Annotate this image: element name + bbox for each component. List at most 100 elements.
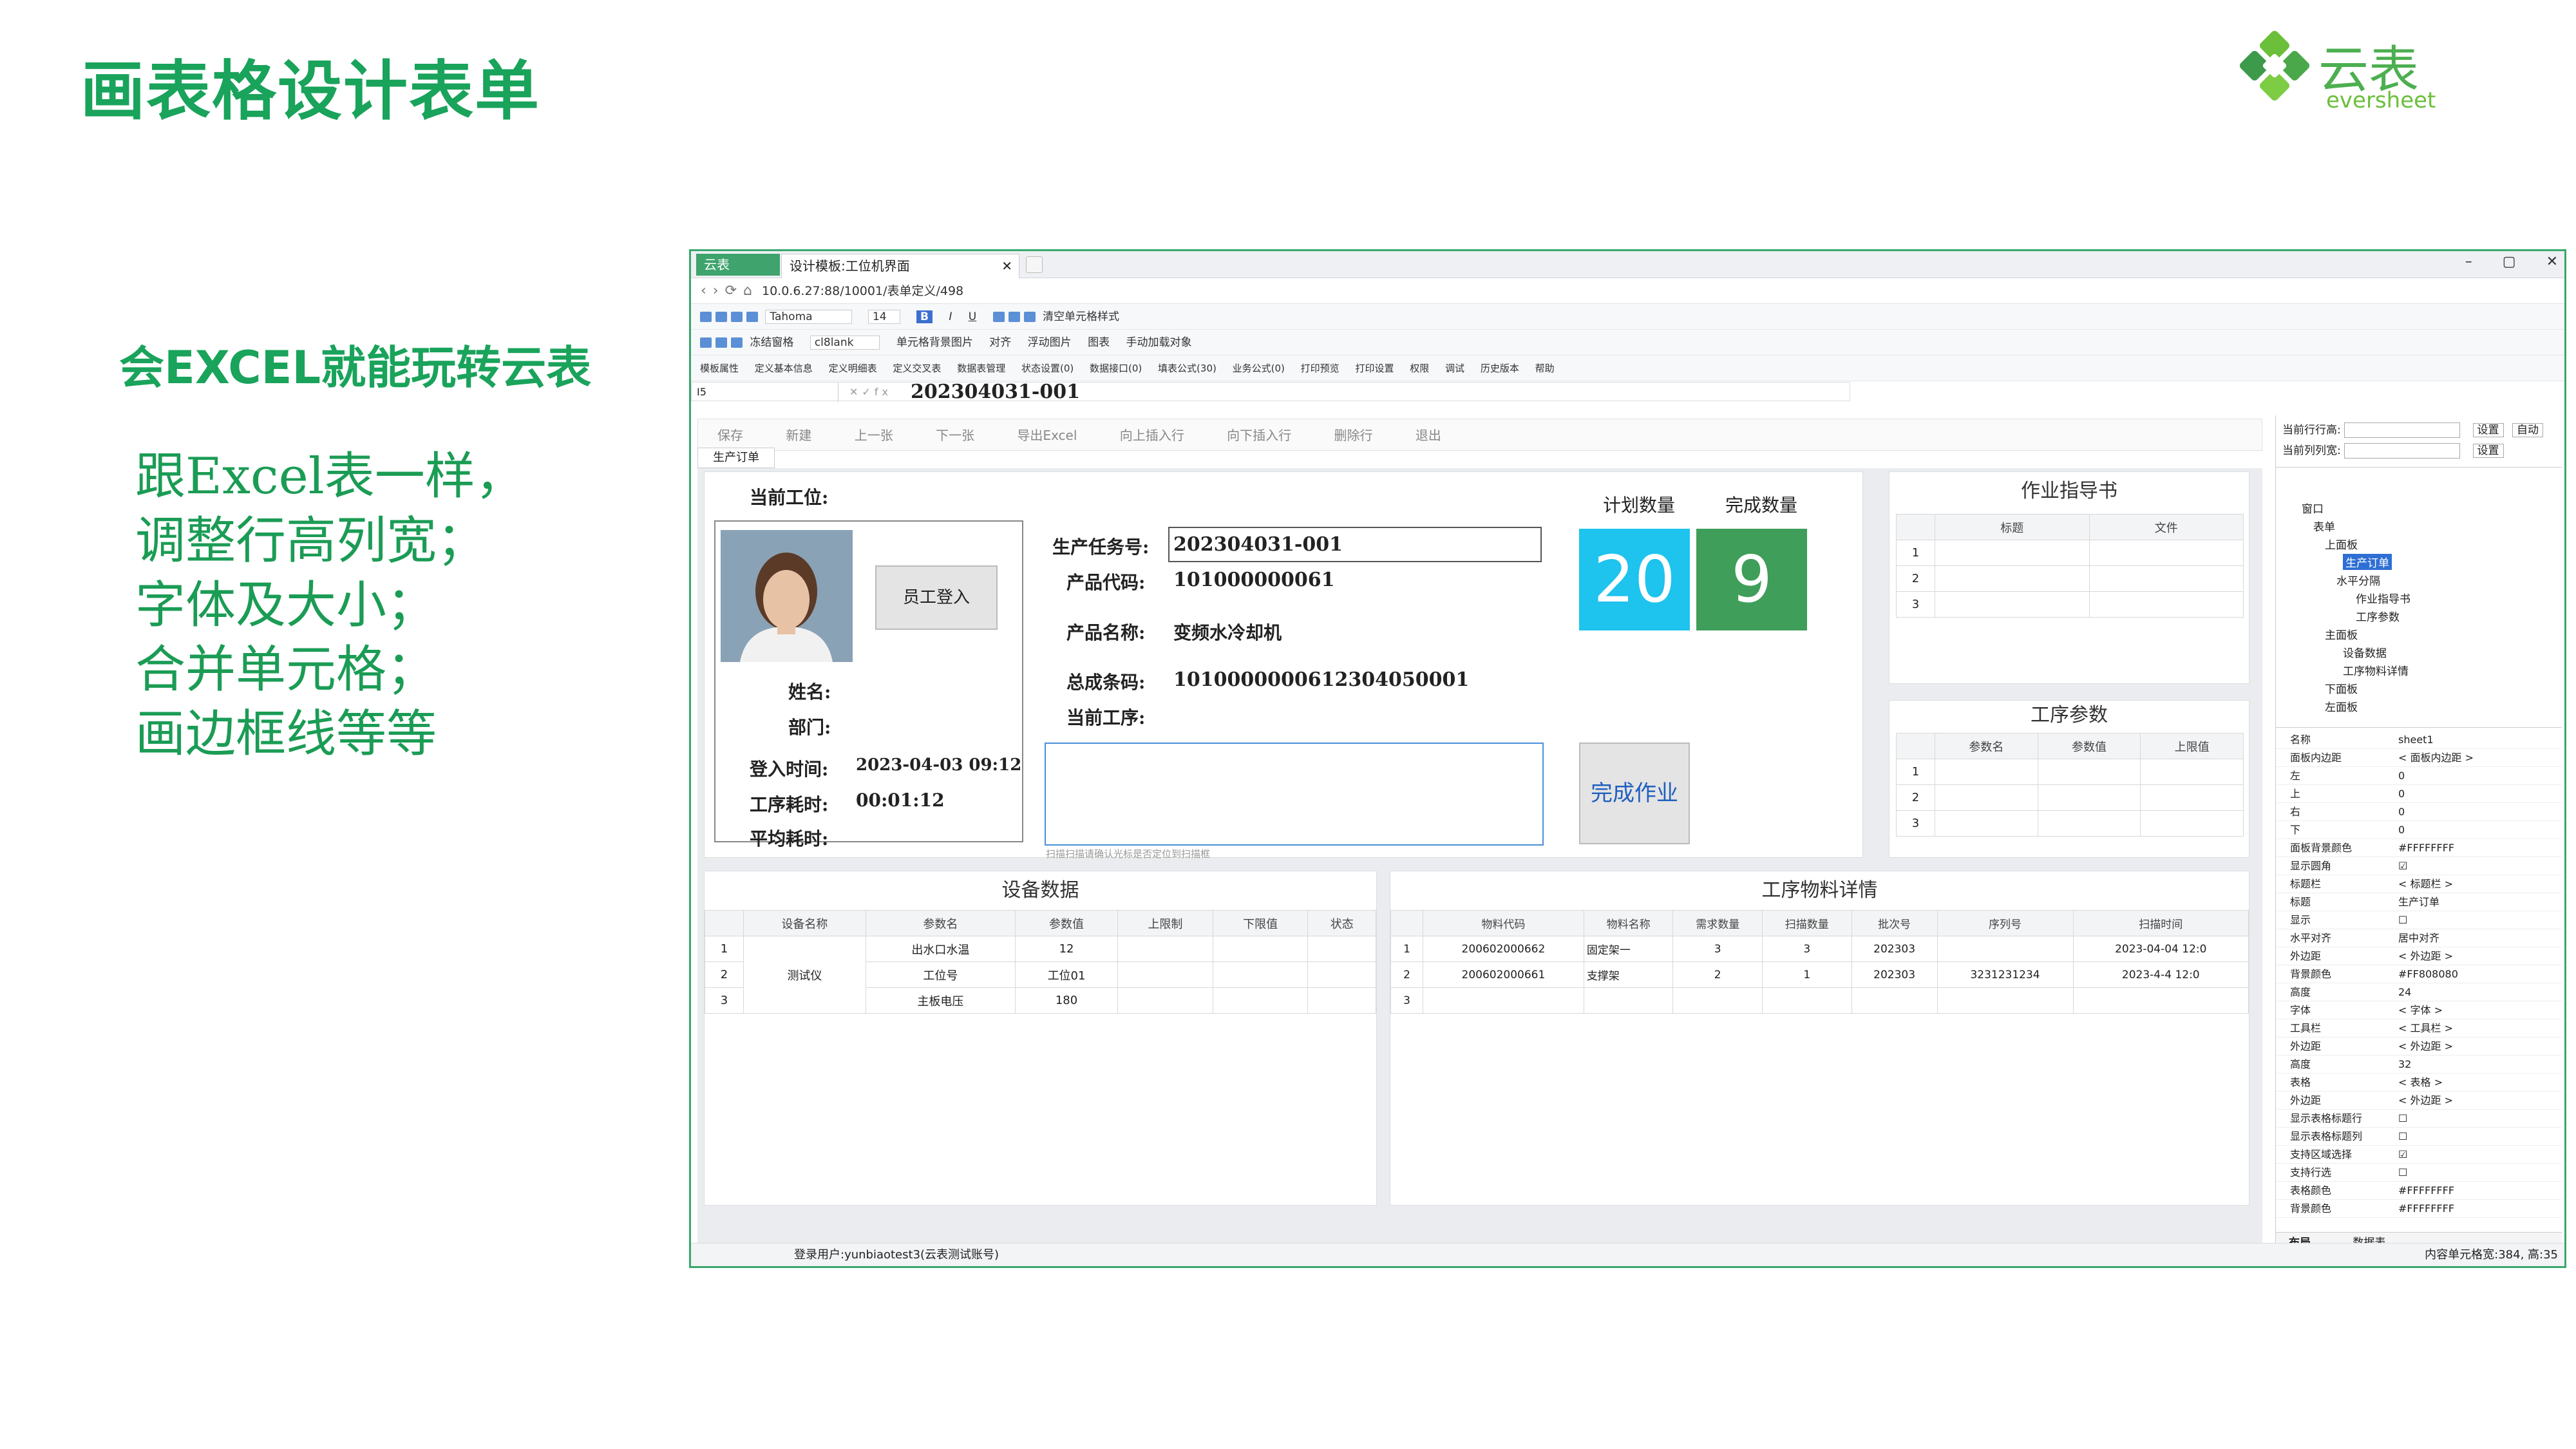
underline-button[interactable]: U xyxy=(969,310,976,323)
set-col-button[interactable]: 设置 xyxy=(2472,444,2504,458)
tree-node[interactable]: 作业指导书 xyxy=(2356,590,2410,606)
property-row[interactable]: 上0 xyxy=(2276,785,2562,803)
table-cell[interactable] xyxy=(1212,961,1309,988)
sheet-tab[interactable]: 生产订单 xyxy=(697,448,775,468)
table-cell[interactable]: 支撑架 xyxy=(1583,961,1674,988)
manual-load-button[interactable]: 手动加载对象 xyxy=(1126,336,1192,349)
copy-icon[interactable] xyxy=(746,312,758,322)
cut-icon[interactable] xyxy=(731,312,743,322)
table-cell[interactable] xyxy=(1307,936,1376,962)
exit-button[interactable]: 退出 xyxy=(1416,428,1441,443)
table-cell[interactable]: 1 xyxy=(1762,961,1852,988)
property-row[interactable]: 外边距 < 外边距 > xyxy=(2276,1092,2562,1110)
table-row[interactable]: 1 测试仪 出水口水温 12 xyxy=(705,936,1376,1014)
table-cell[interactable] xyxy=(1423,987,1584,1014)
property-value[interactable]: #FFFFFFFF xyxy=(2398,1182,2454,1200)
delete-row-button[interactable]: 删除行 xyxy=(1334,428,1373,443)
table-cell[interactable] xyxy=(1851,987,1938,1014)
table-manage-button[interactable]: 数据表管理 xyxy=(957,363,1005,374)
col-width-input[interactable] xyxy=(2344,443,2461,459)
property-value[interactable]: ☐ xyxy=(2398,911,2407,929)
property-value[interactable]: 24 xyxy=(2398,983,2411,1001)
property-value[interactable]: < 表格 > xyxy=(2398,1074,2443,1092)
formula-input[interactable]: 202304031-001 xyxy=(911,383,1080,402)
property-value[interactable]: 0 xyxy=(2398,767,2405,785)
sum-icon[interactable] xyxy=(731,337,743,348)
table-cell[interactable] xyxy=(1117,961,1213,988)
table-cell[interactable] xyxy=(2037,784,2141,811)
tree-node[interactable]: 设备数据 xyxy=(2343,644,2387,660)
undo-icon[interactable] xyxy=(715,312,727,322)
bold-button[interactable]: B xyxy=(916,310,933,323)
param-cell[interactable]: 主板电压 xyxy=(865,987,1016,1014)
table-row[interactable]: 1 200602000662 固定架一 3 3 202303 2023-04-0… xyxy=(1390,936,2249,962)
row-height-input[interactable] xyxy=(2344,422,2461,438)
property-row[interactable]: 标题 生产订单 xyxy=(2276,893,2562,911)
tree-node[interactable]: 表单 xyxy=(2313,518,2335,534)
property-row[interactable]: 左0 xyxy=(2276,767,2562,785)
tree-node[interactable]: 下面板 xyxy=(2325,680,2358,696)
property-value[interactable]: 32 xyxy=(2398,1056,2411,1074)
insert-row-below-button[interactable]: 向下插入行 xyxy=(1227,428,1291,443)
blank-select[interactable]: cl8lank xyxy=(810,336,880,350)
help-button[interactable]: 帮助 xyxy=(1535,363,1555,374)
permission-button[interactable]: 权限 xyxy=(1410,363,1429,374)
value-cell[interactable]: 工位01 xyxy=(1014,961,1119,988)
property-value[interactable]: #FFFFFFFF xyxy=(2398,839,2454,857)
insert-row-above-button[interactable]: 向上插入行 xyxy=(1120,428,1184,443)
table-cell[interactable] xyxy=(1117,987,1213,1014)
table-cell[interactable] xyxy=(1212,936,1309,962)
template-props-button[interactable]: 模板属性 xyxy=(700,363,739,374)
tree-node[interactable]: 左面板 xyxy=(2325,698,2358,714)
property-row[interactable]: 下0 xyxy=(2276,821,2562,839)
table-cell[interactable] xyxy=(1117,936,1213,962)
employee-login-button[interactable]: 员工登入 xyxy=(875,565,998,630)
save-button[interactable]: 保存 xyxy=(717,428,743,443)
address-bar[interactable]: ‹›⟳⌂ 10.0.6.27:88/10001/表单定义/498 xyxy=(691,278,2564,304)
table-cell[interactable]: 3 xyxy=(1762,936,1852,962)
property-row[interactable]: 背景颜色 #FF808080 xyxy=(2276,965,2562,983)
property-row[interactable]: 字体 < 字体 > xyxy=(2276,1001,2562,1019)
table-cell[interactable]: 202303 xyxy=(1851,961,1938,988)
next-button[interactable]: 下一张 xyxy=(936,428,974,443)
property-value[interactable]: #FFFFFFFF xyxy=(2398,1200,2454,1218)
property-value[interactable]: < 外边距 > xyxy=(2398,1037,2453,1056)
tree-node[interactable]: 工序物料详情 xyxy=(2343,662,2409,678)
property-value[interactable]: ☑ xyxy=(2398,857,2407,875)
print-preview-button[interactable]: 打印预览 xyxy=(1301,363,1340,374)
property-value[interactable]: < 面板内边距 > xyxy=(2398,749,2474,767)
tree-node[interactable]: 水平分隔 xyxy=(2336,572,2380,588)
new-tab-button[interactable] xyxy=(1026,256,1043,273)
debug-button[interactable]: 调试 xyxy=(1445,363,1464,374)
finish-job-button[interactable]: 完成作业 xyxy=(1579,743,1690,844)
table-cell[interactable] xyxy=(1307,987,1376,1014)
app-tab[interactable]: 云表 xyxy=(696,254,780,276)
new-button[interactable]: 新建 xyxy=(786,428,811,443)
save-icon[interactable] xyxy=(700,312,712,322)
property-value[interactable]: ☐ xyxy=(2398,1128,2407,1146)
close-window-icon[interactable]: ✕ xyxy=(2546,254,2558,270)
insert-icon[interactable] xyxy=(715,337,727,348)
chart-button[interactable]: 图表 xyxy=(1088,336,1110,349)
scan-input[interactable] xyxy=(1045,743,1544,846)
tree-node[interactable]: 工序参数 xyxy=(2356,608,2400,624)
property-row[interactable]: 工具栏 < 工具栏 > xyxy=(2276,1019,2562,1037)
align-icon[interactable] xyxy=(992,312,1005,322)
property-row[interactable]: 表格 < 表格 > xyxy=(2276,1074,2562,1092)
table-cell[interactable] xyxy=(2072,987,2249,1014)
property-row[interactable]: 显示表格标题列 ☐ xyxy=(2276,1128,2562,1146)
font-size-select[interactable]: 14 xyxy=(867,310,900,324)
property-row[interactable]: 显示 ☐ xyxy=(2276,911,2562,929)
set-row-button[interactable]: 设置 xyxy=(2472,423,2504,437)
property-row[interactable]: 背景颜色 #FFFFFFFF xyxy=(2276,1200,2562,1218)
merge-icon[interactable] xyxy=(1023,312,1036,322)
property-row[interactable]: 外边距 < 外边距 > xyxy=(2276,947,2562,965)
property-value[interactable]: < 外边距 > xyxy=(2398,947,2453,965)
table-cell[interactable]: 200602000661 xyxy=(1423,961,1584,988)
table-cell[interactable]: 202303 xyxy=(1851,936,1938,962)
value-cell[interactable]: 180 xyxy=(1014,987,1119,1014)
table-cell[interactable]: 2023-4-4 12:0 xyxy=(2072,961,2249,988)
basic-info-button[interactable]: 定义基本信息 xyxy=(755,363,813,374)
detail-table-button[interactable]: 定义明细表 xyxy=(829,363,877,374)
italic-button[interactable]: I xyxy=(949,310,952,323)
